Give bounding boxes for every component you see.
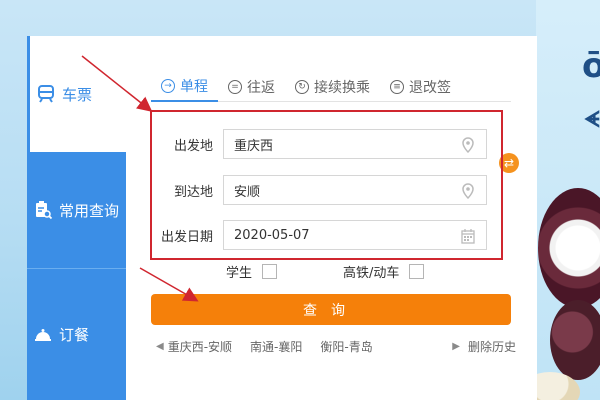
tab-label: 单程 bbox=[180, 79, 208, 95]
history-item[interactable]: 南通-襄阳 bbox=[250, 338, 302, 355]
clipboard-search-icon bbox=[36, 201, 53, 220]
tab-transfer[interactable]: ↻ 接续换乘 bbox=[285, 72, 380, 102]
search-button[interactable]: 查询 bbox=[151, 294, 511, 325]
background-text-fragment: ō bbox=[582, 46, 600, 86]
student-label: 学生 bbox=[226, 265, 253, 281]
sidebar-item-label: 订餐 bbox=[59, 326, 90, 344]
history-item[interactable]: 衡阳-青岛 bbox=[320, 338, 372, 355]
transfer-circle-icon: ↻ bbox=[295, 80, 309, 94]
student-checkbox[interactable] bbox=[262, 263, 278, 279]
sidebar-item-label: 常用查询 bbox=[59, 201, 120, 220]
sidebar: 车票 常用查询 订餐 bbox=[27, 36, 126, 400]
history-item[interactable]: 重庆西-安顺 bbox=[168, 338, 232, 355]
train-icon bbox=[38, 85, 54, 103]
highspeed-label: 高铁/动车 bbox=[343, 265, 400, 281]
mangosteen-image bbox=[550, 300, 600, 380]
tab-refund-change[interactable]: ≡ 退改签 bbox=[380, 72, 461, 102]
highspeed-option: 高铁/动车 bbox=[343, 262, 425, 281]
ticket-search-panel: → 单程 = 往返 ↻ 接续换乘 ≡ 退改签 出发地 ⇄ 到达地 bbox=[126, 36, 537, 400]
sidebar-item-label: 车票 bbox=[62, 85, 93, 104]
highspeed-checkbox[interactable] bbox=[409, 263, 425, 279]
history-prev-icon[interactable]: ◀ bbox=[156, 341, 164, 352]
tab-label: 退改签 bbox=[409, 80, 451, 96]
sidebar-item-meal[interactable]: 订餐 bbox=[27, 268, 126, 400]
sidebar-item-tickets[interactable]: 车票 bbox=[27, 36, 126, 152]
search-history: ◀ 重庆西-安顺 南通-襄阳 衡阳-青岛 ▶ 删除历史 bbox=[156, 336, 516, 356]
tab-label: 往返 bbox=[247, 80, 275, 96]
annotation-highlight-box bbox=[150, 110, 503, 260]
ticket-circle-icon: ≡ bbox=[390, 80, 404, 94]
trip-type-tabs: → 单程 = 往返 ↻ 接续换乘 ≡ 退改签 bbox=[151, 72, 511, 102]
clear-history-button[interactable]: ▶ 删除历史 bbox=[452, 338, 516, 355]
food-cover-icon bbox=[35, 328, 51, 341]
tab-label: 接续换乘 bbox=[314, 80, 370, 96]
clear-history-label: 删除历史 bbox=[467, 339, 516, 354]
tab-one-way[interactable]: → 单程 bbox=[151, 72, 218, 102]
sidebar-item-common-query[interactable]: 常用查询 bbox=[27, 152, 126, 268]
tab-round-trip[interactable]: = 往返 bbox=[218, 72, 285, 102]
history-next-icon: ▶ bbox=[452, 340, 460, 352]
swap-circle-icon: = bbox=[228, 80, 242, 94]
student-option: 学生 bbox=[226, 262, 278, 281]
background-text-fragment: ᗛ bbox=[584, 108, 600, 133]
arrow-circle-icon: → bbox=[161, 79, 175, 93]
